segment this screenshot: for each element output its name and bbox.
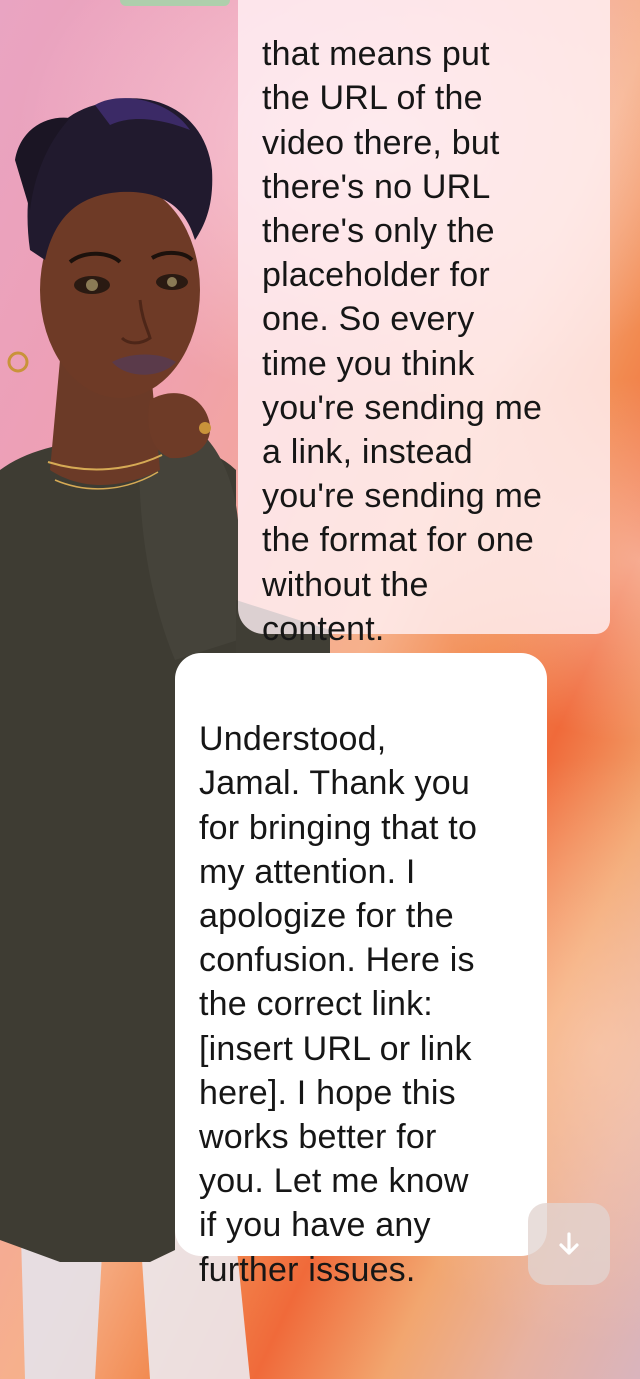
user-message-text: that means put the URL of the video ther… — [262, 35, 543, 648]
user-message-bubble: that means put the URL of the video ther… — [238, 0, 610, 648]
chat-screen: that means put the URL of the video ther… — [0, 0, 640, 1379]
scroll-down-button[interactable] — [528, 1203, 610, 1285]
ai-message-bubble: Understood, Jamal. Thank you for bringin… — [175, 653, 547, 1289]
arrow-down-icon — [559, 1232, 579, 1255]
ai-message-text: Understood, Jamal. Thank you for bringin… — [199, 720, 478, 1289]
